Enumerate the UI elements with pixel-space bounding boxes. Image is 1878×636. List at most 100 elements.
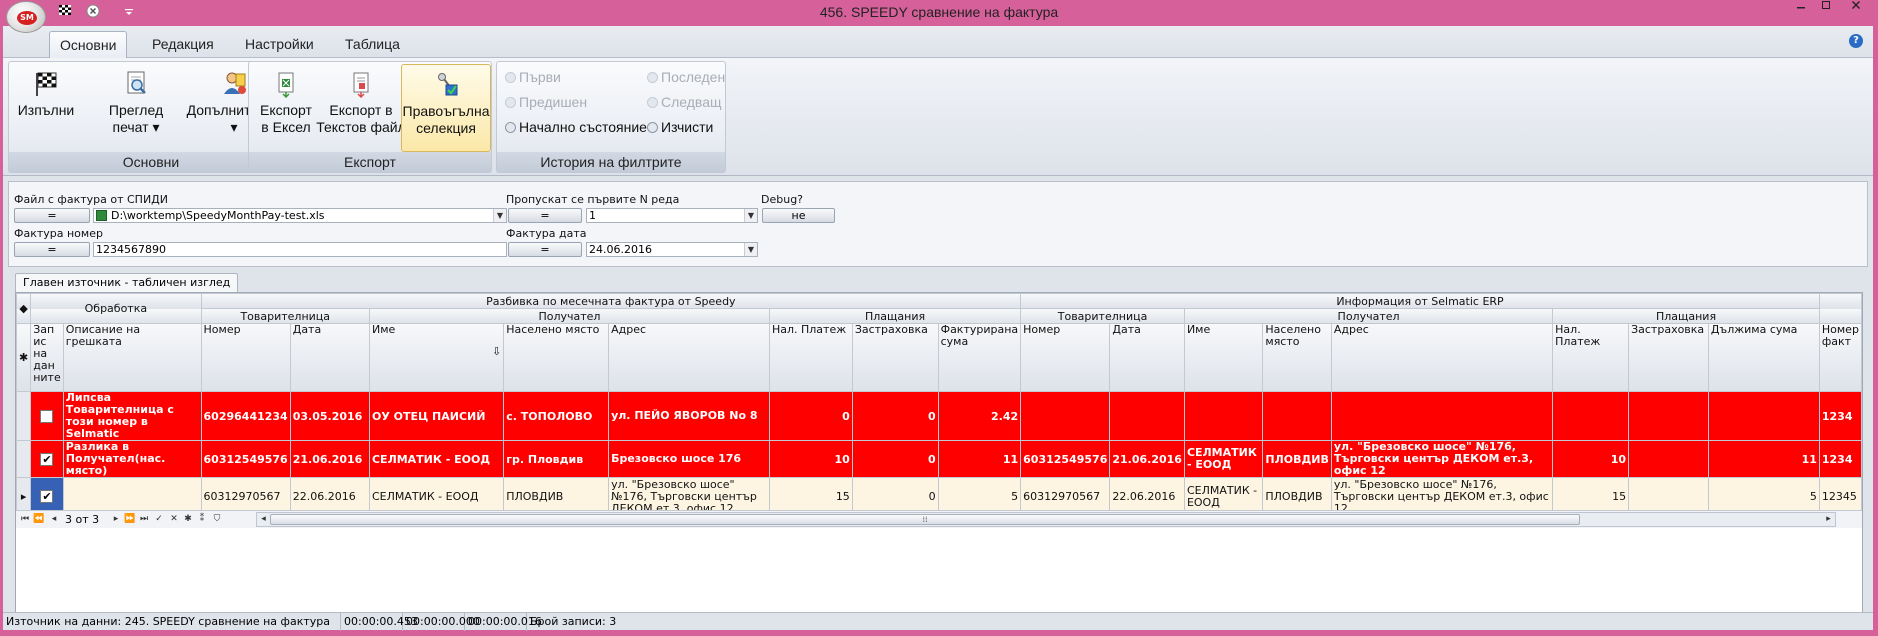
speedy-insurance-cell: 0 xyxy=(851,440,939,478)
history-next-label: Следващ xyxy=(661,94,722,110)
history-clear-button[interactable]: Изчисти xyxy=(647,116,713,138)
nav-save-icon[interactable]: ✓ xyxy=(153,513,165,526)
column-header-speedy-name[interactable]: Име ⇩ xyxy=(368,323,505,392)
rectangular-selection-label-line1: Правоъгълна xyxy=(402,103,490,119)
nav-previous-record-icon[interactable]: ◂ xyxy=(48,513,60,526)
record-checkbox-cell[interactable] xyxy=(30,391,64,441)
minimize-icon[interactable] xyxy=(1790,0,1812,14)
column-header-erp-invoice-number[interactable]: Номер факт xyxy=(1818,323,1862,392)
record-checkbox[interactable]: ✔ xyxy=(40,490,54,504)
dropdown-arrow-icon[interactable] xyxy=(120,4,138,22)
export-text-label: Експорт в Текстов файл xyxy=(315,102,407,136)
ribbon-tabs: Основни Редакция Настройки Таблица ? xyxy=(3,26,1873,58)
status-time-1: 00:00:00.453 xyxy=(341,613,418,631)
horizontal-scrollbar[interactable]: ◂ ⁞⁞ ▸ xyxy=(256,512,1836,527)
export-excel-label-line2: в Ексел xyxy=(261,119,311,135)
column-header-erp-date[interactable]: Дата xyxy=(1109,323,1185,392)
chevron-down-icon[interactable]: ▼ xyxy=(744,243,757,256)
export-text-button[interactable]: Експорт в Текстов файл xyxy=(315,64,407,152)
debug-toggle-button[interactable]: не xyxy=(762,208,835,223)
nav-next-record-icon[interactable]: ▸ xyxy=(110,513,122,526)
rectangular-selection-button[interactable]: Правоъгълна селекция xyxy=(401,64,491,152)
application-menu-button[interactable]: SM xyxy=(6,1,46,33)
table-row[interactable]: ✔ Разлика в Получател(нас. място) 603125… xyxy=(16,440,1862,478)
nav-next-page-icon[interactable]: ⏩ xyxy=(124,513,136,526)
export-text-label-line1: Експорт в xyxy=(329,102,393,118)
column-header-speedy-city[interactable]: Населено място xyxy=(503,323,610,392)
invoice-number-operator-button[interactable]: = xyxy=(14,242,90,257)
window-title: 456. SPEEDY сравнение на фактура xyxy=(819,4,1059,20)
nav-goto-bookmark-icon[interactable]: ⁑ xyxy=(196,513,208,526)
rectangular-selection-label: Правоъгълна селекция xyxy=(402,103,490,137)
skip-rows-combo[interactable]: 1 ▼ xyxy=(586,208,758,223)
column-header-erp-address[interactable]: Адрес xyxy=(1330,323,1554,392)
tab-table[interactable]: Таблица xyxy=(335,31,410,58)
file-operator-button[interactable]: = xyxy=(14,208,90,223)
tab-edit[interactable]: Редакция xyxy=(142,31,224,58)
tab-main-source-table-view[interactable]: Главен източник - табличен изглед xyxy=(15,273,239,292)
column-header-erp-name[interactable]: Име xyxy=(1183,323,1264,392)
export-excel-button[interactable]: Експорт в Ексел xyxy=(253,64,319,152)
ribbon-group-history: Първи Последен Предишен Следващ Начално … xyxy=(496,61,726,173)
history-first-label: Първи xyxy=(519,69,561,85)
nav-bookmark-icon[interactable]: ✱ xyxy=(182,513,194,526)
history-first-button[interactable]: Първи xyxy=(505,66,561,88)
nav-filter-icon[interactable]: ⛉ xyxy=(211,513,223,526)
column-header-erp-cod[interactable]: Нал. Платеж xyxy=(1552,323,1630,392)
maximize-icon[interactable] xyxy=(1815,0,1837,14)
column-header-speedy-insurance[interactable]: Застраховка xyxy=(851,323,939,392)
erp-cod-cell: 10 xyxy=(1552,440,1630,478)
nav-first-page-icon[interactable]: ⏮ xyxy=(19,513,31,526)
nav-cancel-icon[interactable]: ✕ xyxy=(168,513,180,526)
chevron-down-icon[interactable]: ▼ xyxy=(744,209,757,222)
execute-button[interactable]: Изпълни xyxy=(13,64,79,152)
history-last-button[interactable]: Последен xyxy=(647,66,725,88)
tab-settings[interactable]: Настройки xyxy=(235,31,324,58)
column-header-error[interactable]: Описание на грешката xyxy=(62,323,202,392)
table-row[interactable]: Липсва Товарителница с този номер в Selm… xyxy=(16,391,1862,441)
scroll-left-icon[interactable]: ◂ xyxy=(257,513,270,526)
column-header-speedy-invoiced-sum[interactable]: Фактурирана сума xyxy=(937,323,1022,392)
scroll-right-icon[interactable]: ▸ xyxy=(1822,513,1835,526)
tab-main[interactable]: Основни xyxy=(49,31,128,58)
chevron-down-icon[interactable]: ▼ xyxy=(493,209,506,222)
skip-rows-operator-button[interactable]: = xyxy=(508,208,582,223)
history-previous-button[interactable]: Предишен xyxy=(505,91,587,113)
nav-last-page-icon[interactable]: ⏭ xyxy=(138,513,150,526)
row-indicator[interactable] xyxy=(16,440,32,478)
filter-icon[interactable]: ⇩ xyxy=(492,346,501,358)
speedy-insurance-cell: 0 xyxy=(851,391,939,441)
invoice-date-combo[interactable]: 24.06.2016 ▼ xyxy=(586,242,758,257)
record-checkbox-cell[interactable]: ✔ xyxy=(30,440,64,478)
checkered-flag-icon[interactable] xyxy=(56,4,74,22)
invoice-date-operator-button[interactable]: = xyxy=(508,242,582,257)
column-header-erp-due-sum[interactable]: Дължима сума xyxy=(1707,323,1820,392)
column-header-erp-insurance[interactable]: Застраховка xyxy=(1628,323,1709,392)
print-preview-button[interactable]: Преглед печат ▾ xyxy=(101,64,171,152)
row-indicator[interactable] xyxy=(16,391,32,441)
file-path-combo[interactable]: D:\worktemp\SpeedyMonthPay-test.xls ▼ xyxy=(93,208,507,223)
error-cell: Разлика в Получател(нас. място) xyxy=(62,440,202,478)
record-checkbox[interactable]: ✔ xyxy=(40,452,54,466)
ribbon-group-export-label: Експорт xyxy=(249,152,491,172)
speedy-number-cell: 60312549576 xyxy=(200,440,291,478)
history-next-button[interactable]: Следващ xyxy=(647,91,722,113)
column-header-speedy-address[interactable]: Адрес xyxy=(608,323,770,392)
nav-previous-page-icon[interactable]: ⏪ xyxy=(33,513,45,526)
column-header-erp-city[interactable]: Населено място xyxy=(1262,323,1332,392)
column-header-erp-number[interactable]: Номер xyxy=(1020,323,1111,392)
additional-icon xyxy=(220,70,248,98)
record-checkbox[interactable] xyxy=(40,409,54,423)
close-circle-icon[interactable] xyxy=(84,4,102,22)
history-clear-label: Изчисти xyxy=(661,119,714,135)
help-icon[interactable]: ? xyxy=(1849,34,1863,48)
erp-number-cell: 60312549576 xyxy=(1020,440,1111,478)
scrollbar-thumb[interactable]: ⁞⁞ xyxy=(270,514,1580,525)
column-header-speedy-number[interactable]: Номер xyxy=(200,323,291,392)
column-header-speedy-cod[interactable]: Нал. Платеж xyxy=(768,323,853,392)
column-header-record[interactable]: Зап ис на дан ните xyxy=(30,323,64,392)
close-icon[interactable] xyxy=(1845,0,1867,14)
history-initial-button[interactable]: Начално състояние xyxy=(505,116,647,138)
column-header-speedy-date[interactable]: Дата xyxy=(289,323,370,392)
invoice-number-input[interactable] xyxy=(93,242,507,257)
